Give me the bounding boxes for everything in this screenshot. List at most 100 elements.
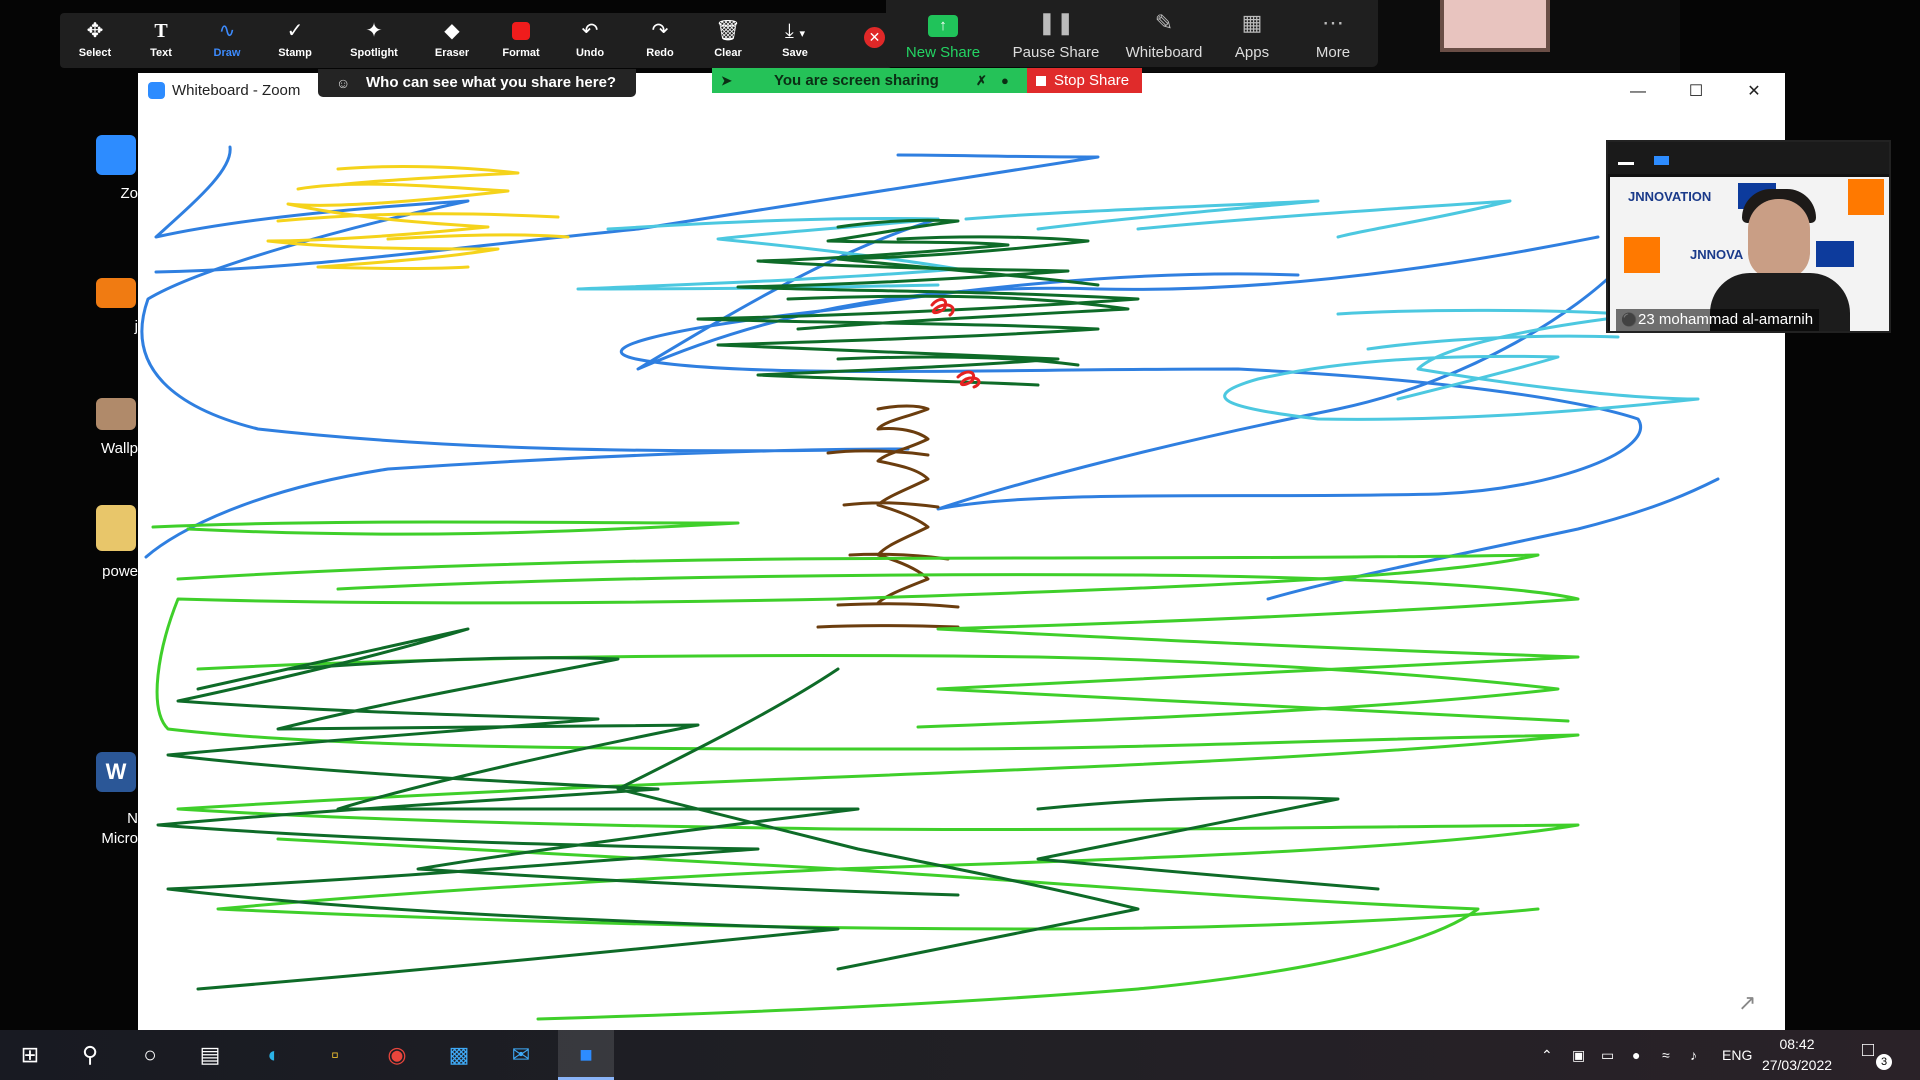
format-color-swatch bbox=[512, 22, 530, 40]
stamp-tool-button[interactable]: ✓ Stamp bbox=[260, 13, 330, 68]
trash-icon: 🗑 bbox=[715, 20, 741, 42]
minimize-video-icon[interactable] bbox=[1618, 162, 1634, 165]
tool-label: Save bbox=[782, 47, 808, 59]
undo-button[interactable]: ↶ Undo bbox=[555, 13, 625, 68]
who-can-see-banner[interactable]: ☺ Who can see what you share here? bbox=[318, 69, 636, 97]
speaker-icon: ♪ bbox=[1690, 1047, 1697, 1063]
save-button[interactable]: ⤓ ▾ Save bbox=[760, 13, 830, 68]
select-tool-button[interactable]: ✥ Select bbox=[60, 13, 130, 68]
spotlight-tool-button[interactable]: ✦ Spotlight bbox=[339, 13, 409, 68]
eu-flag-icon bbox=[1816, 241, 1854, 267]
desktop-icon-wallpaper[interactable]: Wallp bbox=[96, 398, 138, 457]
checkmark-icon: ✓ bbox=[286, 20, 304, 42]
sharing-status[interactable]: ➤ You are screen sharing ✗ ● bbox=[712, 68, 1027, 93]
participant-video[interactable]: JNNOVATION JNNOVA ⚫ 23 mohammad al-amarn… bbox=[1606, 140, 1891, 333]
desktop-icon-word[interactable]: W N Micro bbox=[96, 752, 138, 847]
zoom-app-icon bbox=[96, 135, 136, 175]
tree-trunk-strokes bbox=[816, 404, 960, 629]
screen-sharing-bar: ➤ You are screen sharing ✗ ● Stop Share bbox=[712, 68, 1142, 93]
word-icon: W bbox=[96, 752, 136, 792]
windows-icon: ⊞ bbox=[20, 1042, 40, 1067]
notification-icon: □ bbox=[1862, 1039, 1875, 1061]
eraser-tool-button[interactable]: ◆ Eraser bbox=[417, 13, 487, 68]
edge-icon: ◐ bbox=[267, 1042, 281, 1067]
tool-label: Redo bbox=[646, 47, 674, 59]
more-button[interactable]: ⋯ More bbox=[1300, 0, 1366, 67]
text-tool-button[interactable]: T Text bbox=[126, 13, 196, 68]
desktop-icon-zoom[interactable]: Zo bbox=[96, 135, 138, 202]
sharing-status-text: You are screen sharing bbox=[774, 72, 939, 89]
stop-share-button[interactable]: Stop Share bbox=[1027, 68, 1142, 93]
tray-microphone[interactable]: ● bbox=[1632, 1030, 1640, 1080]
undo-icon: ↶ bbox=[581, 20, 599, 42]
format-tool-button[interactable]: Format bbox=[486, 13, 556, 68]
tool-label: Undo bbox=[575, 47, 605, 59]
grass-dark-strokes bbox=[156, 627, 1380, 991]
video-header bbox=[1608, 142, 1889, 174]
share-toolbar: ↑ New Share ❚❚ Pause Share ✎ Whiteboard ▦ Ap… bbox=[886, 0, 1378, 67]
expand-corner-icon[interactable]: ↗ bbox=[1738, 990, 1756, 1016]
taskbar: ⊞ ⚲ ○ ▤ ◐ ▫ ◉ ▩ ✉ ■ ⌃ ▣ ▭ ● ≈ ♪ ENG 08:4… bbox=[0, 1030, 1920, 1080]
person-icon: ☺ bbox=[336, 75, 351, 91]
language-label: ENG bbox=[1722, 1047, 1753, 1063]
orange-logo bbox=[1848, 179, 1884, 215]
taskbar-chrome[interactable]: ◉ bbox=[371, 1030, 423, 1080]
video-view-icon[interactable] bbox=[1654, 156, 1669, 165]
redo-button[interactable]: ↷ Redo bbox=[625, 13, 695, 68]
innovation-logo: JNNOVA bbox=[1690, 247, 1744, 262]
cortana-button[interactable]: ○ bbox=[124, 1030, 176, 1080]
innovation-logo: JNNOVATION bbox=[1628, 189, 1712, 204]
search-button[interactable]: ⚲ bbox=[64, 1030, 116, 1080]
taskbar-mail[interactable]: ✉ bbox=[495, 1030, 547, 1080]
task-view-button[interactable]: ▤ bbox=[184, 1030, 236, 1080]
desktop-icon-folder[interactable]: powe bbox=[96, 505, 138, 580]
apps-icon: ▦ bbox=[1241, 10, 1263, 35]
video-feed: JNNOVATION JNNOVA bbox=[1610, 177, 1889, 331]
draw-tool-button[interactable]: ∿ Draw bbox=[192, 13, 262, 68]
microphone-icon: ● bbox=[1632, 1047, 1641, 1063]
chevron-down-icon: ▾ bbox=[799, 28, 805, 40]
tool-label: Select bbox=[78, 47, 112, 59]
close-window-button[interactable]: ✕ bbox=[1734, 79, 1774, 105]
taskbar-zoom[interactable]: ■ bbox=[558, 1030, 614, 1080]
tray-battery[interactable]: ▭ bbox=[1601, 1030, 1614, 1080]
new-share-button[interactable]: ↑ New Share bbox=[898, 0, 988, 67]
task-view-icon: ▤ bbox=[199, 1042, 221, 1067]
taskbar-edge[interactable]: ◐ bbox=[248, 1030, 300, 1080]
tool-label: Spotlight bbox=[350, 47, 398, 59]
tray-volume[interactable]: ♪ bbox=[1690, 1030, 1697, 1080]
apps-button[interactable]: ▦ Apps bbox=[1222, 0, 1282, 67]
show-hidden-icons[interactable]: ⌃ bbox=[1541, 1030, 1553, 1080]
action-center-button[interactable]: □ 3 bbox=[1862, 1039, 1892, 1070]
search-icon: ⚲ bbox=[81, 1042, 99, 1067]
clear-button[interactable]: 🗑 Clear bbox=[693, 13, 763, 68]
whiteboard-button[interactable]: ✎ Whiteboard bbox=[1112, 0, 1216, 67]
whiteboard-canvas[interactable] bbox=[138, 109, 1785, 1030]
taskbar-store[interactable]: ▩ bbox=[433, 1030, 485, 1080]
tool-label: Draw bbox=[213, 47, 241, 59]
desktop-icon-label: Zo bbox=[120, 185, 138, 202]
stop-share-label: Stop Share bbox=[1054, 72, 1130, 89]
taskbar-file-explorer[interactable]: ▫ bbox=[309, 1030, 361, 1080]
grass-light-strokes bbox=[151, 520, 1580, 1021]
close-annotation-button[interactable]: ✕ bbox=[864, 27, 885, 48]
language-indicator[interactable]: ENG bbox=[1722, 1030, 1752, 1080]
tray-wifi[interactable]: ≈ bbox=[1662, 1030, 1670, 1080]
mute-icon: ✗ bbox=[976, 73, 987, 88]
zoom-logo-icon bbox=[148, 82, 165, 99]
file-icon bbox=[96, 278, 136, 308]
minimize-button[interactable]: — bbox=[1618, 79, 1658, 105]
window-title: Whiteboard - Zoom bbox=[172, 82, 301, 99]
desktop-icon-file[interactable]: j bbox=[96, 278, 138, 335]
tray-meet-now[interactable]: ▣ bbox=[1572, 1030, 1585, 1080]
pencil-icon: ✎ bbox=[1154, 10, 1174, 35]
who-can-see-text: Who can see what you share here? bbox=[366, 74, 617, 91]
pause-share-button[interactable]: ❚❚ Pause Share bbox=[1006, 0, 1106, 67]
redo-icon: ↷ bbox=[651, 20, 669, 42]
share-up-icon: ↑ bbox=[898, 10, 988, 37]
maximize-button[interactable]: ☐ bbox=[1676, 79, 1716, 105]
clock[interactable]: 08:42 27/03/2022 bbox=[1752, 1034, 1842, 1076]
start-button[interactable]: ⊞ bbox=[4, 1030, 56, 1080]
stop-icon bbox=[1036, 76, 1046, 86]
new-share-label: New Share bbox=[905, 44, 981, 61]
